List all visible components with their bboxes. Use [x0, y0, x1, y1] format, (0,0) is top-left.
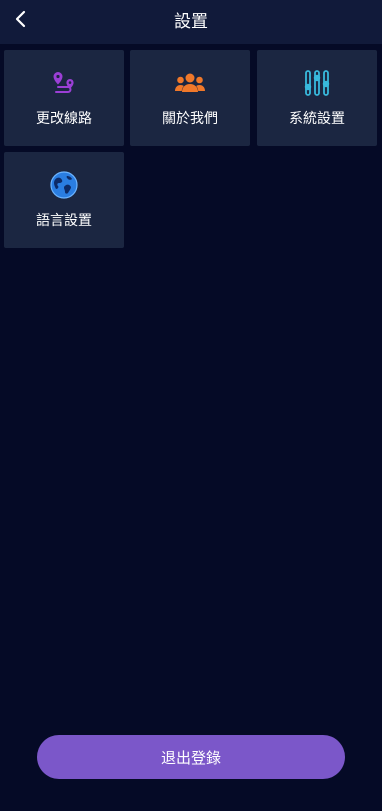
tile-change-route[interactable]: 更改線路	[4, 50, 124, 146]
sliders-icon	[303, 69, 331, 101]
route-pin-icon	[51, 70, 77, 100]
tile-language-settings[interactable]: 語言設置	[4, 152, 124, 248]
globe-icon	[49, 170, 79, 204]
tile-label: 更改線路	[36, 111, 92, 127]
top-bar: 設置	[0, 0, 382, 44]
group-icon	[174, 70, 206, 100]
tile-label: 關於我們	[162, 111, 218, 127]
tile-system-settings[interactable]: 系統設置	[257, 50, 377, 146]
tile-label: 語言設置	[36, 213, 92, 229]
logout-button[interactable]: 退出登錄	[37, 735, 345, 779]
tile-about-us[interactable]: 關於我們	[130, 50, 250, 146]
tile-label: 系統設置	[289, 111, 345, 127]
page-title: 設置	[174, 12, 208, 32]
